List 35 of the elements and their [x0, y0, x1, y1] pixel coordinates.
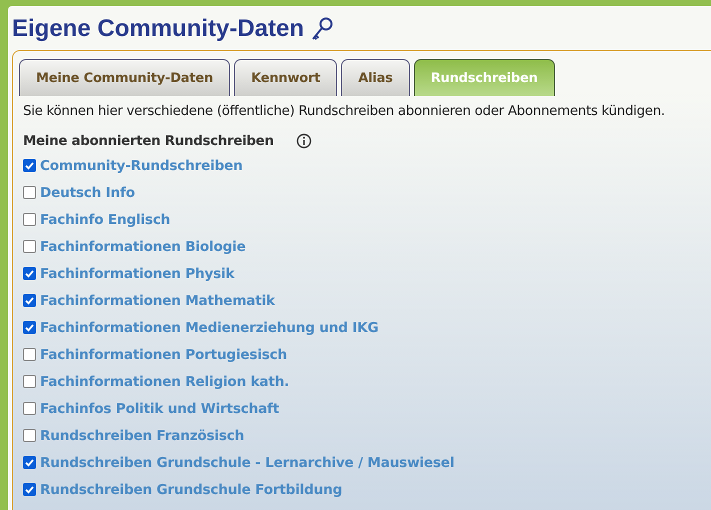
newsletter-link[interactable]: Fachinformationen Biologie	[40, 238, 246, 254]
newsletter-link[interactable]: Fachinformationen Mathematik	[40, 292, 275, 308]
newsletter-link[interactable]: Rundschreiben Französisch	[40, 428, 244, 444]
newsletter-link[interactable]: Deutsch Info	[40, 184, 135, 200]
page-title: Eigene Community-Daten	[12, 15, 304, 43]
newsletter-link[interactable]: Community-Rundschreiben	[40, 158, 243, 174]
checkbox[interactable]	[23, 456, 36, 469]
newsletter-link[interactable]: Fachinformationen Portugiesisch	[40, 346, 288, 362]
key-icon	[310, 16, 334, 42]
checkbox[interactable]	[23, 240, 36, 253]
section-heading: Meine abonnierten Rundschreiben	[23, 134, 274, 148]
checkbox[interactable]	[23, 348, 36, 361]
info-icon[interactable]	[296, 133, 312, 149]
tab[interactable]: Rundschreiben	[414, 59, 555, 96]
newsletter-link[interactable]: Fachinfo Englisch	[40, 212, 170, 228]
newsletter-link[interactable]: Fachinformationen Physik	[40, 266, 234, 282]
newsletter-link[interactable]: Rundschreiben Grundschule - Lernarchive / Mauswiesel	[40, 454, 454, 470]
newsletter-link[interactable]: Fachinformationen Medienerziehung und IKG	[40, 320, 378, 336]
checkbox[interactable]	[23, 159, 36, 172]
checkbox[interactable]	[23, 483, 36, 496]
intro-text: Sie können hier verschiedene (öffentliche) Rundschreiben abonnieren oder Abonnements kündigen.	[23, 104, 666, 119]
checkbox[interactable]	[23, 294, 36, 307]
checkbox[interactable]	[23, 267, 36, 280]
checkbox[interactable]	[23, 321, 36, 334]
newsletter-link[interactable]: Fachinformationen Religion kath.	[40, 374, 290, 390]
tab[interactable]: Alias	[341, 59, 410, 96]
tab[interactable]: Kennwort	[234, 59, 338, 96]
tab[interactable]: Meine Community-Daten	[19, 59, 230, 96]
checkbox[interactable]	[23, 429, 36, 442]
checkbox[interactable]	[23, 402, 36, 415]
checkbox[interactable]	[23, 186, 36, 199]
newsletter-link[interactable]: Fachinfos Politik und Wirtschaft	[40, 400, 280, 416]
checkbox[interactable]	[23, 375, 36, 388]
checkbox[interactable]	[23, 213, 36, 226]
newsletter-link[interactable]: Rundschreiben Grundschule Fortbildung	[40, 482, 342, 498]
